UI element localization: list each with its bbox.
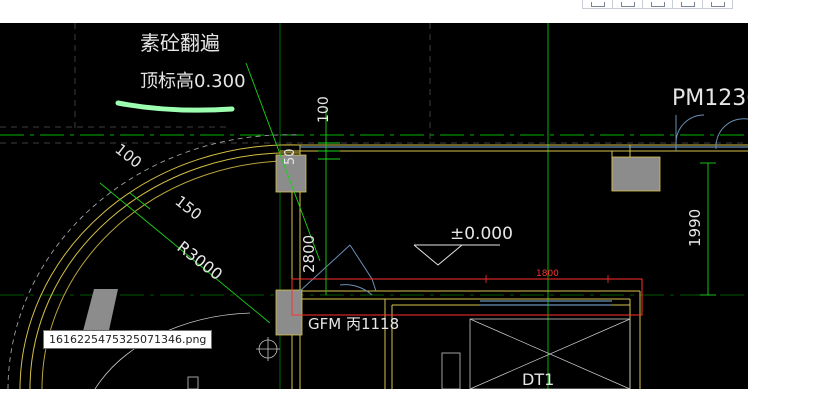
viewer-toolbar	[582, 0, 733, 10]
save-icon-button[interactable]	[612, 0, 643, 9]
settings-icon-button[interactable]	[702, 0, 733, 9]
filename-tooltip: 1616225475325071346.png	[43, 330, 213, 349]
column-middle-left	[275, 289, 303, 336]
door-swing-left	[675, 114, 705, 144]
dim-text-100-arc: 100	[112, 140, 146, 172]
dt-label: DT1	[522, 370, 554, 389]
radius-label: R3000	[174, 237, 227, 284]
dim-text-2800: 2800	[300, 235, 318, 273]
note-line-2: 顶标高0.300	[140, 71, 246, 92]
save-icon	[620, 2, 635, 7]
annotation-highlight-stroke	[115, 100, 235, 113]
add-icon	[590, 2, 605, 7]
print-icon	[680, 2, 695, 7]
print-icon-button[interactable]	[672, 0, 703, 9]
add-icon-button[interactable]	[582, 0, 613, 9]
note-line-1: 素砼翻遍	[140, 31, 220, 55]
export-icon-button[interactable]	[642, 0, 673, 9]
curved-wall-outer	[19, 144, 301, 389]
gfm-label: GFM 丙1118	[308, 315, 399, 333]
settings-icon	[710, 2, 725, 7]
export-icon	[650, 2, 665, 7]
dim-text-50: 50	[283, 148, 298, 165]
dim-text-100-top: 100	[316, 96, 332, 123]
door-label: PM1236	[672, 86, 748, 111]
dim-text-1800: 1800	[536, 269, 559, 279]
dim-text-1990: 1990	[686, 209, 704, 247]
dim-text-150: 150	[172, 192, 206, 224]
elevation-label: ±0.000	[450, 224, 513, 244]
column-top-right	[611, 156, 661, 192]
curved-wall-inner	[29, 152, 301, 389]
column-curved-wall	[82, 289, 118, 335]
